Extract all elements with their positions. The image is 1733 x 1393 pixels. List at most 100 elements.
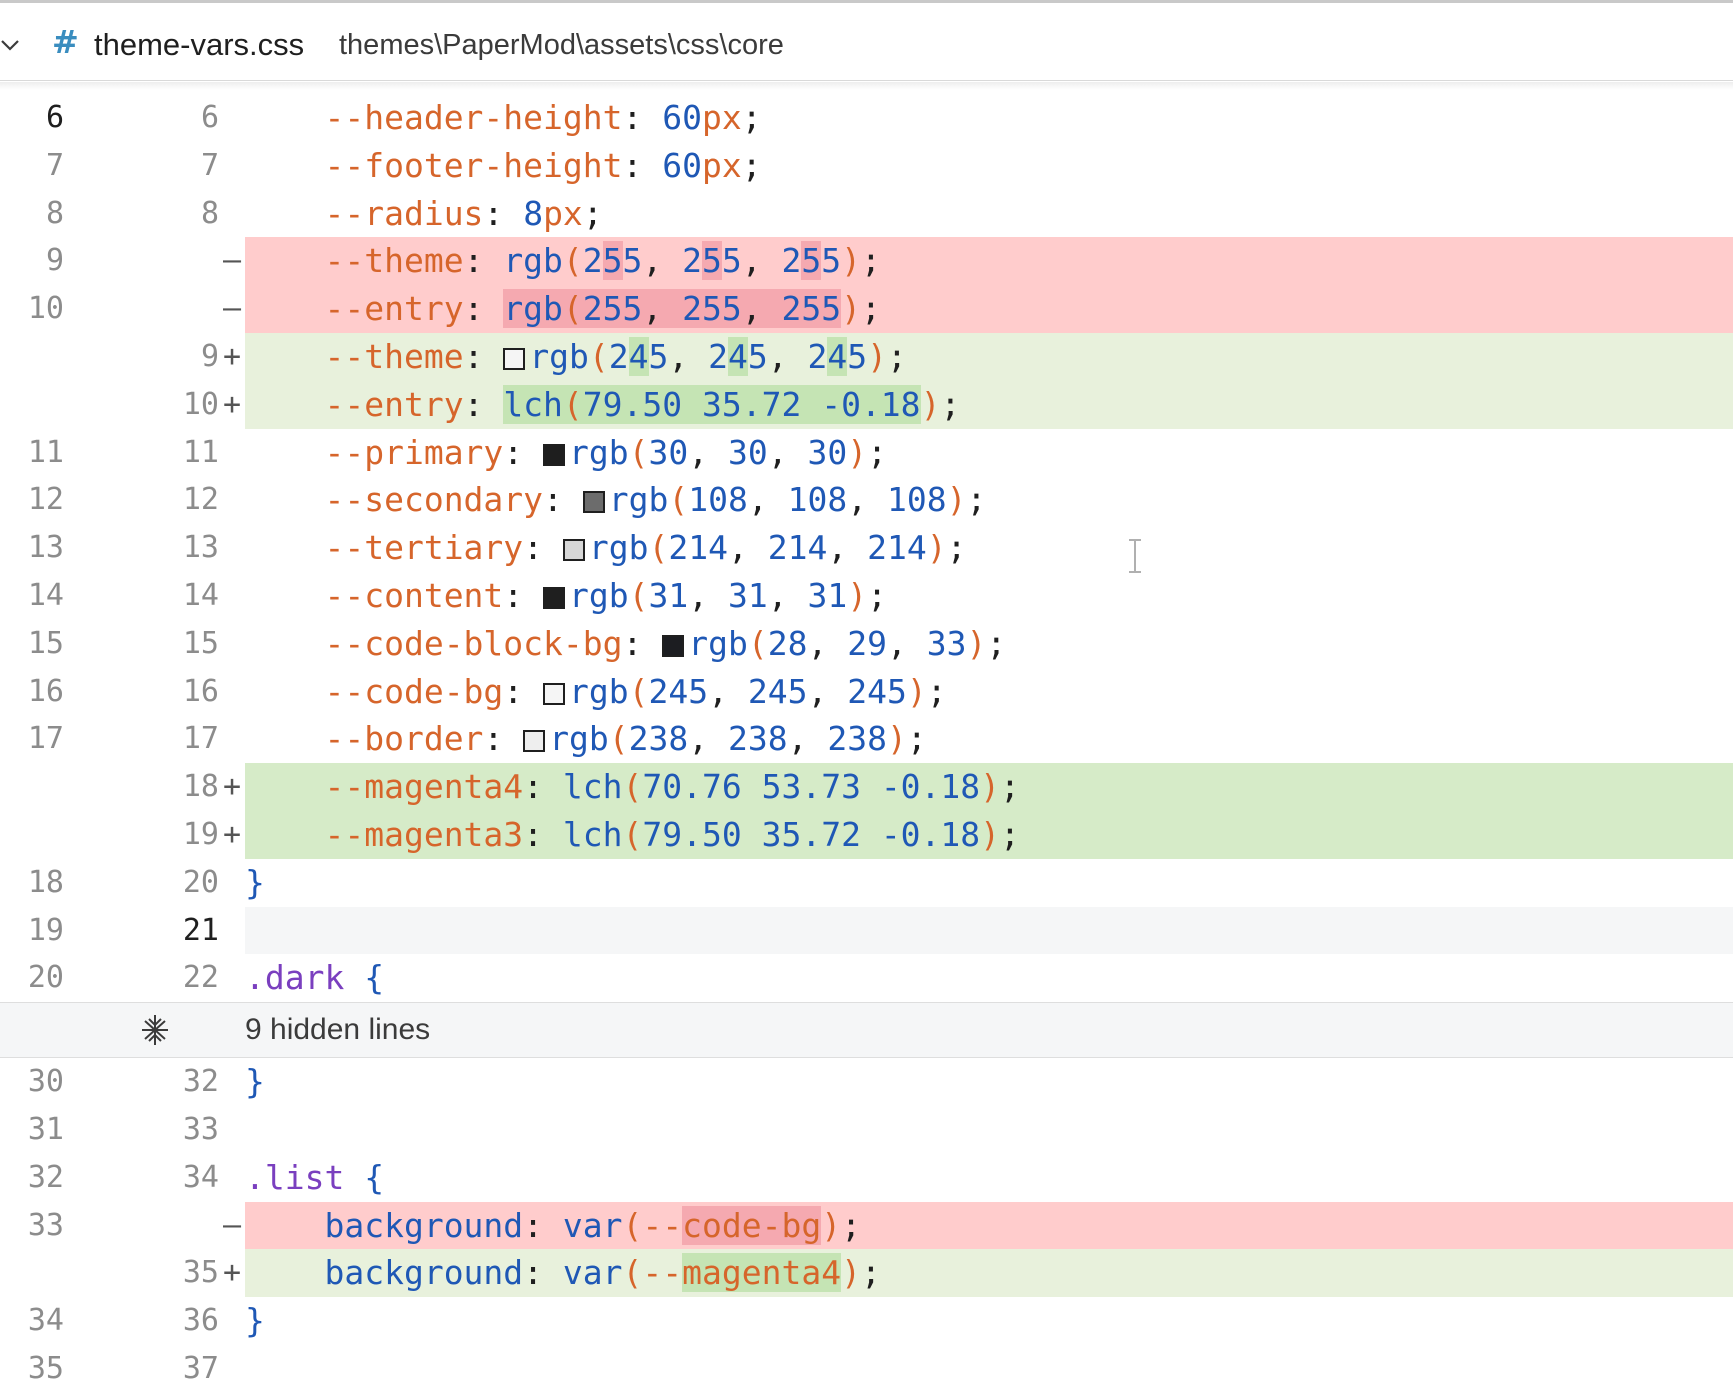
new-line-number: 13 (182, 530, 219, 566)
diff-sign-deleted: — (222, 291, 242, 327)
text-cursor-icon (1129, 539, 1141, 573)
diff-sign-inserted: + (222, 1255, 242, 1291)
code-line[interactable]: --header-height: 60px; (245, 94, 1733, 142)
code-line[interactable]: --entry: rgb(255, 255, 255); (245, 285, 1733, 333)
diff-sign-deleted: — (222, 243, 242, 279)
code-line[interactable]: --magenta3: lch(79.50 35.72 -0.18); (245, 810, 1733, 859)
color-swatch-icon[interactable] (543, 443, 566, 466)
diff-line[interactable]: 34 36 } (0, 1297, 1733, 1345)
file-name[interactable]: theme-vars.css (94, 27, 304, 63)
old-line-number: 10 (27, 291, 64, 327)
hidden-lines-label[interactable]: 9 hidden lines (245, 1013, 430, 1047)
color-swatch-icon[interactable] (582, 491, 605, 514)
code-line[interactable]: .list { (245, 1154, 1733, 1202)
new-line-number: 18 (182, 769, 219, 805)
code-line[interactable]: --border: rgb(238, 238, 238); (245, 715, 1733, 763)
diff-sign-inserted: + (222, 816, 242, 852)
header-shadow (0, 82, 1733, 90)
diff-sign-inserted: + (222, 769, 242, 805)
code-line[interactable]: } (245, 1058, 1733, 1106)
code-line[interactable]: } (245, 859, 1733, 907)
code-line[interactable]: --magenta4: lch(70.76 53.73 -0.18); (245, 763, 1733, 811)
new-line-number: 21 (182, 912, 219, 948)
diff-line[interactable]: 13 13 --tertiary: rgb(214, 214, 214); (0, 524, 1733, 572)
color-swatch-icon[interactable] (543, 586, 566, 609)
color-swatch-icon[interactable] (503, 347, 526, 370)
diff-line-inserted[interactable]: 18 + --magenta4: lch(70.76 53.73 -0.18); (0, 763, 1733, 811)
diff-line[interactable]: 15 15 --code-block-bg: rgb(28, 29, 33); (0, 620, 1733, 668)
new-line-number: 8 (200, 195, 219, 231)
diff-line[interactable]: 30 32 } (0, 1058, 1733, 1106)
diff-line[interactable]: 18 20 } (0, 859, 1733, 907)
new-line-number: 10 (182, 386, 219, 422)
new-line-number: 15 (182, 625, 219, 661)
code-line[interactable]: --code-bg: rgb(245, 245, 245); (245, 668, 1733, 716)
color-swatch-icon[interactable] (662, 634, 685, 657)
code-line[interactable]: --theme: rgb(255, 255, 255); (245, 237, 1733, 286)
diff-line[interactable]: 7 7 --footer-height: 60px; (0, 142, 1733, 190)
new-line-number: 19 (182, 816, 219, 852)
code-line[interactable]: --footer-height: 60px; (245, 142, 1733, 190)
code-line[interactable] (245, 1106, 1733, 1154)
code-line[interactable]: --entry: lch(79.50 35.72 -0.18); (245, 380, 1733, 429)
diff-line-current[interactable]: 19 21 (0, 906, 1733, 955)
code-line[interactable]: } (245, 1297, 1733, 1345)
new-line-number: 35 (182, 1255, 219, 1291)
diff-line[interactable]: 16 16 --code-bg: rgb(245, 245, 245); (0, 668, 1733, 716)
diff-line[interactable]: 8 8 --radius: 8px; (0, 190, 1733, 238)
diff-line[interactable]: 6 6 --header-height: 60px; (0, 94, 1733, 142)
color-swatch-icon[interactable] (543, 682, 566, 705)
code-line[interactable]: --tertiary: rgb(214, 214, 214); (245, 524, 1733, 572)
new-line-number: 6 (200, 100, 219, 135)
unfold-icon[interactable] (138, 1013, 172, 1047)
new-line-number: 9 (200, 338, 219, 374)
diff-line-deleted[interactable]: 9 — --theme: rgb(255, 255, 255); (0, 237, 1733, 286)
code-line[interactable]: --content: rgb(31, 31, 31); (245, 572, 1733, 620)
color-swatch-icon[interactable] (562, 539, 585, 562)
new-line-number: 33 (182, 1111, 219, 1147)
old-line-number: 9 (45, 243, 64, 279)
code-line[interactable] (245, 906, 1733, 955)
code-line[interactable]: background: var(--code-bg); (245, 1201, 1733, 1250)
code-line[interactable]: --radius: 8px; (245, 190, 1733, 238)
diff-line[interactable]: 11 11 --primary: rgb(30, 30, 30); (0, 429, 1733, 477)
diff-line[interactable]: 12 12 --secondary: rgb(108, 108, 108); (0, 476, 1733, 524)
diff-line[interactable]: 31 33 (0, 1106, 1733, 1154)
code-line[interactable]: --code-block-bg: rgb(28, 29, 33); (245, 620, 1733, 668)
new-line-number: 34 (182, 1159, 219, 1195)
code-line[interactable]: --theme: rgb(245, 245, 245); (245, 332, 1733, 381)
new-line-number: 36 (182, 1303, 219, 1339)
code-line[interactable]: --secondary: rgb(108, 108, 108); (245, 476, 1733, 524)
diff-sign-deleted: — (222, 1207, 242, 1243)
code-line[interactable]: background: var(--magenta4); (245, 1249, 1733, 1298)
diff-line[interactable]: 14 14 --content: rgb(31, 31, 31); (0, 572, 1733, 620)
new-line-number: 11 (182, 434, 219, 470)
file-header[interactable]: # theme-vars.css themes\PaperMod\assets\… (0, 3, 1733, 81)
diff-line-deleted[interactable]: 33 — background: var(--code-bg); (0, 1201, 1733, 1250)
new-line-number: 7 (200, 147, 219, 183)
diff-line-inserted[interactable]: 19 + --magenta3: lch(79.50 35.72 -0.18); (0, 810, 1733, 859)
hash-icon: # (52, 23, 79, 61)
new-line-number: 12 (182, 482, 219, 518)
file-path: themes\PaperMod\assets\css\core (339, 29, 784, 61)
diff-line-inserted[interactable]: 35 + background: var(--magenta4); (0, 1249, 1733, 1298)
diff-line[interactable]: 17 17 --border: rgb(238, 238, 238); (0, 715, 1733, 763)
chevron-down-icon[interactable] (0, 33, 24, 57)
old-line-number: 33 (27, 1207, 64, 1243)
diff-view[interactable]: 6 6 --header-height: 60px; 7 7 --footer-… (0, 94, 1733, 1393)
diff-line[interactable]: 20 22 .dark { (0, 954, 1733, 1002)
new-line-number: 20 (182, 864, 219, 900)
diff-line-inserted[interactable]: 10 + --entry: lch(79.50 35.72 -0.18); (0, 380, 1733, 429)
new-line-number: 14 (182, 577, 219, 613)
hidden-lines-bar[interactable]: 9 hidden lines (0, 1002, 1733, 1059)
code-line[interactable]: --primary: rgb(30, 30, 30); (245, 429, 1733, 477)
code-line[interactable]: .dark { (245, 954, 1733, 1002)
diff-line[interactable]: 35 37 (0, 1345, 1733, 1393)
new-line-number: 37 (182, 1350, 219, 1386)
code-line[interactable] (245, 1345, 1733, 1393)
color-swatch-icon[interactable] (523, 730, 546, 753)
diff-line-deleted[interactable]: 10 — --entry: rgb(255, 255, 255); (0, 285, 1733, 333)
diff-line[interactable]: 32 34 .list { (0, 1154, 1733, 1202)
diff-line-inserted[interactable]: 9 + --theme: rgb(245, 245, 245); (0, 332, 1733, 381)
new-line-number: 16 (182, 673, 219, 709)
